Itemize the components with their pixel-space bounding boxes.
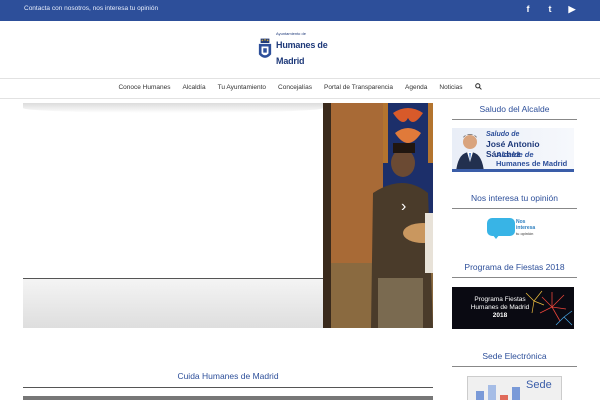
- opinion-banner-text: Nos interesa tu opinión: [516, 219, 536, 236]
- opinion-banner[interactable]: Nos interesa tu opinión: [452, 218, 577, 240]
- slide-photo: [323, 103, 433, 328]
- opinion-l2: interesa: [516, 224, 536, 231]
- logo-title: Humanes de Madrid: [276, 40, 328, 66]
- widget-saludo-alcalde: Saludo del Alcalde Saludo de José Antoni…: [452, 104, 577, 172]
- mayor-photo: [456, 134, 484, 169]
- crest-icon: [258, 38, 272, 58]
- nav-item-portal-transparencia[interactable]: Portal de Transparencia: [318, 80, 399, 98]
- opinion-l3: tu opinión: [516, 230, 534, 236]
- content-strip: [23, 396, 433, 400]
- contact-message[interactable]: Contacta con nosotros, nos interesa tu o…: [24, 5, 158, 12]
- widget-title-saludo: Saludo del Alcalde: [452, 104, 577, 120]
- logo-subtitle: Ayuntamiento de: [276, 31, 306, 36]
- widget-title-opinion: Nos interesa tu opinión: [452, 193, 577, 209]
- main-nav: Conoce Humanes Alcaldía Tu Ayuntamiento …: [0, 80, 600, 98]
- youtube-icon[interactable]: ▶: [566, 3, 578, 15]
- speech-bubble-tail: [492, 234, 500, 239]
- banner-saludo-de: Saludo de: [486, 131, 520, 138]
- slider-next-icon[interactable]: ›: [401, 198, 406, 216]
- sede-bar: [476, 391, 484, 400]
- hero-slider[interactable]: ›: [23, 103, 433, 328]
- section-divider: [23, 387, 433, 388]
- site-logo[interactable]: Ayuntamiento de Humanes de Madrid: [258, 32, 348, 66]
- nav-item-tu-ayuntamiento[interactable]: Tu Ayuntamiento: [212, 80, 272, 98]
- fiestas-year: 2018: [492, 312, 508, 319]
- fiestas-banner[interactable]: Programa Fiestas Humanes de Madrid 2018: [452, 287, 574, 329]
- header-divider: [0, 78, 600, 79]
- widget-sede-electronica: Sede Electrónica Sede: [452, 351, 577, 400]
- nav-item-alcaldia[interactable]: Alcaldía: [176, 80, 211, 98]
- saludo-alcalde-banner[interactable]: Saludo de José Antonio Sánchez Alcalde d…: [452, 128, 574, 172]
- banner-town-name: Humanes de Madrid: [496, 159, 568, 168]
- facebook-icon[interactable]: f: [522, 3, 534, 15]
- nav-item-noticias[interactable]: Noticias: [433, 80, 468, 98]
- slider-caption-area: [23, 279, 323, 328]
- widget-title-fiestas: Programa de Fiestas 2018: [452, 262, 577, 278]
- nav-divider: [0, 98, 600, 99]
- top-bar: Contacta con nosotros, nos interesa tu o…: [0, 0, 600, 21]
- social-links: f t ▶: [522, 3, 578, 15]
- fiestas-line2: Humanes de Madrid: [470, 304, 530, 311]
- widget-title-sede: Sede Electrónica: [452, 351, 577, 367]
- sede-bar: [488, 385, 496, 400]
- sede-label: Sede: [526, 379, 552, 391]
- banner-alcalde-de: Alcalde de: [496, 150, 534, 159]
- sede-bar: [500, 395, 508, 400]
- sede-bar: [512, 387, 520, 400]
- nav-item-concejalias[interactable]: Concejalías: [272, 80, 318, 98]
- widget-opinion: Nos interesa tu opinión Nos interesa tu …: [452, 193, 577, 240]
- widget-fiestas: Programa de Fiestas 2018 Programa Fiesta…: [452, 262, 577, 329]
- sede-electronica-banner[interactable]: Sede: [467, 376, 562, 400]
- fiestas-line1: Programa Fiestas: [474, 296, 526, 303]
- slider-shadow: [23, 103, 323, 113]
- nav-item-agenda[interactable]: Agenda: [399, 80, 433, 98]
- nav-item-conoce-humanes[interactable]: Conoce Humanes: [112, 80, 176, 98]
- twitter-icon[interactable]: t: [544, 3, 556, 15]
- section-title-cuida: Cuida Humanes de Madrid: [177, 371, 279, 381]
- search-icon[interactable]: [469, 80, 488, 98]
